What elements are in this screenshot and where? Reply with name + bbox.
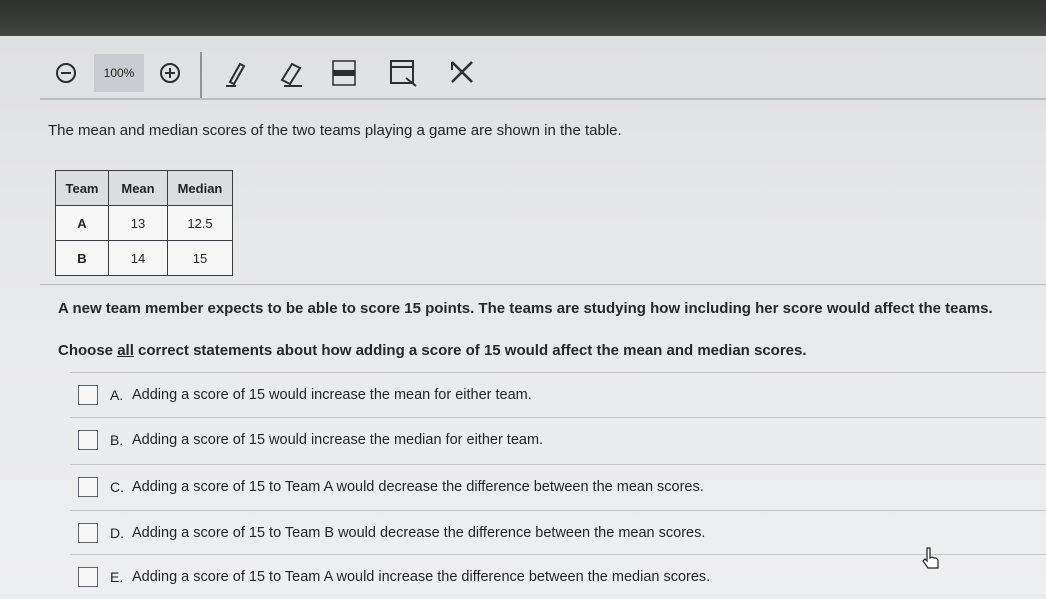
question-intro: The mean and median scores of the two te… xyxy=(48,122,622,139)
checkbox[interactable] xyxy=(78,430,98,450)
choice-letter: A. xyxy=(110,387,124,403)
section-divider xyxy=(40,284,1046,285)
zoom-level: 100% xyxy=(94,54,144,92)
choice-letter: E. xyxy=(110,569,124,585)
scores-table: Team Mean Median A 13 12.5 B 14 15 xyxy=(55,170,233,276)
choice-b[interactable]: B. Adding a score of 15 would increase t… xyxy=(70,417,1046,462)
prompt-underlined: all xyxy=(117,342,134,359)
choice-c[interactable]: C. Adding a score of 15 to Team A would … xyxy=(70,464,1046,509)
zoom-in-icon[interactable] xyxy=(158,58,182,88)
eraser-icon[interactable] xyxy=(276,58,306,88)
checkbox[interactable] xyxy=(78,385,98,405)
toolbar: 100% xyxy=(40,46,1046,100)
monitor-bezel xyxy=(0,0,1046,40)
cell-team: A xyxy=(55,205,109,241)
choice-e[interactable]: E. Adding a score of 15 to Team A would … xyxy=(70,554,1046,599)
test-screen: 100% The mean and median scores of the t… xyxy=(0,36,1046,594)
choice-text: Adding a score of 15 would increase the … xyxy=(132,387,532,403)
highlighter-icon[interactable] xyxy=(330,58,358,88)
cell-team: B xyxy=(55,240,109,276)
choice-d[interactable]: D. Adding a score of 15 to Team B would … xyxy=(70,510,1046,555)
cross-out-icon[interactable] xyxy=(448,58,476,88)
cell-median: 12.5 xyxy=(167,205,233,241)
checkbox[interactable] xyxy=(78,567,98,587)
choice-text: Adding a score of 15 to Team A would dec… xyxy=(132,479,704,495)
choice-a[interactable]: A. Adding a score of 15 would increase t… xyxy=(70,372,1046,417)
table-header-row: Team Mean Median xyxy=(55,170,233,206)
scenario-text: A new team member expects to be able to … xyxy=(58,300,993,317)
checkbox[interactable] xyxy=(78,477,98,497)
toolbar-separator xyxy=(200,52,202,98)
choice-letter: C. xyxy=(110,479,124,495)
table-row: A 13 12.5 xyxy=(55,205,233,241)
header-team: Team xyxy=(55,170,109,206)
pencil-icon[interactable] xyxy=(224,58,250,88)
choice-text: Adding a score of 15 to Team B would dec… xyxy=(132,525,706,541)
table-row: B 14 15 xyxy=(55,240,233,276)
cell-median: 15 xyxy=(167,240,233,276)
choice-letter: B. xyxy=(110,432,124,448)
cell-mean: 14 xyxy=(108,240,168,276)
hand-cursor-icon xyxy=(920,546,942,577)
choice-letter: D. xyxy=(110,525,124,541)
header-median: Median xyxy=(167,170,233,206)
cell-mean: 13 xyxy=(108,205,168,241)
choice-text: Adding a score of 15 would increase the … xyxy=(132,432,544,448)
line-reader-icon[interactable] xyxy=(388,58,418,88)
zoom-out-icon[interactable] xyxy=(54,58,78,88)
checkbox[interactable] xyxy=(78,523,98,543)
header-mean: Mean xyxy=(108,170,168,206)
prompt-text: Choose all correct statements about how … xyxy=(58,342,807,359)
prompt-after: correct statements about how adding a sc… xyxy=(133,342,807,359)
prompt-before: Choose xyxy=(58,342,118,359)
choice-text: Adding a score of 15 to Team A would inc… xyxy=(132,569,711,585)
